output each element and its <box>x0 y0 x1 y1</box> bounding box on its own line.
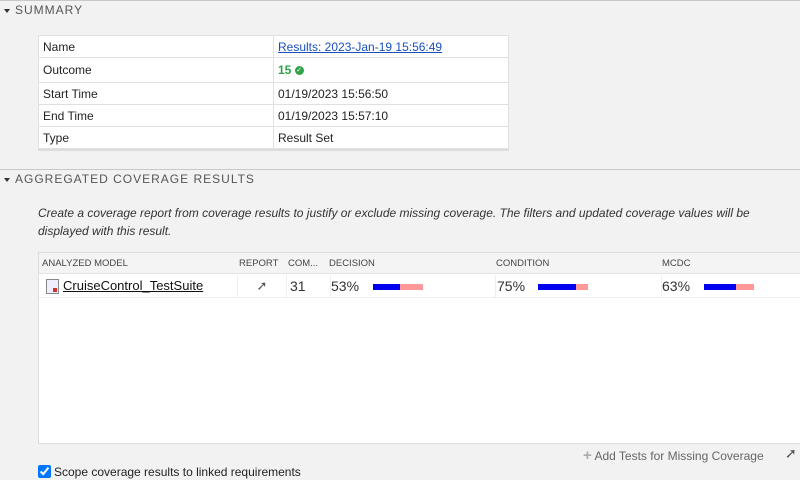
coverage-section-header[interactable]: AGGREGATED COVERAGE RESULTS <box>0 169 800 190</box>
condition-bar <box>538 284 588 290</box>
scope-checkbox-row[interactable]: Scope coverage results to linked require… <box>38 465 301 479</box>
model-link[interactable]: CruiseControl_TestSuite <box>63 278 203 293</box>
decision-bar <box>373 284 423 290</box>
coverage-description: Create a coverage report from coverage r… <box>38 206 750 238</box>
table-row: Start Time 01/19/2023 15:56:50 <box>38 82 509 105</box>
table-row: Outcome 15 ✓ <box>38 57 509 83</box>
report-icon[interactable]: ➚ <box>238 275 287 297</box>
plus-icon: + <box>583 447 592 464</box>
check-icon: ✓ <box>294 66 304 76</box>
table-row: Name Results: 2023-Jan-19 15:56:49 <box>38 35 509 58</box>
mcdc-bar <box>704 284 754 290</box>
model-icon <box>46 279 59 295</box>
results-link[interactable]: Results: 2023-Jan-19 15:56:49 <box>278 40 442 54</box>
collapse-icon <box>4 178 10 182</box>
col-analyzed-model[interactable]: ANALYZED MODEL <box>42 258 128 269</box>
complexity-value: 31 <box>287 275 331 297</box>
add-tests-button[interactable]: + Add Tests for Missing Coverage <box>583 447 764 464</box>
col-report[interactable]: REPORT <box>239 258 278 269</box>
summary-section-header[interactable]: SUMMARY <box>0 0 800 21</box>
col-complexity[interactable]: COM... <box>288 258 318 269</box>
col-condition[interactable]: CONDITION <box>496 258 549 269</box>
outcome-passed-count: 15 <box>278 63 292 77</box>
coverage-table: ANALYZED MODEL REPORT COM... DECISION CO… <box>38 252 800 444</box>
summary-table: Name Results: 2023-Jan-19 15:56:49 Outcom… <box>38 35 509 149</box>
col-decision[interactable]: DECISION <box>329 258 375 269</box>
col-mcdc[interactable]: MCDC <box>662 258 691 269</box>
collapse-icon <box>4 9 10 13</box>
scope-checkbox[interactable] <box>38 465 51 478</box>
table-row: CruiseControl_TestSuite <box>39 275 238 297</box>
export-icon[interactable]: ➚ <box>785 445 797 462</box>
table-row: End Time 01/19/2023 15:57:10 <box>38 104 509 127</box>
table-row: Type Result Set <box>38 126 509 149</box>
